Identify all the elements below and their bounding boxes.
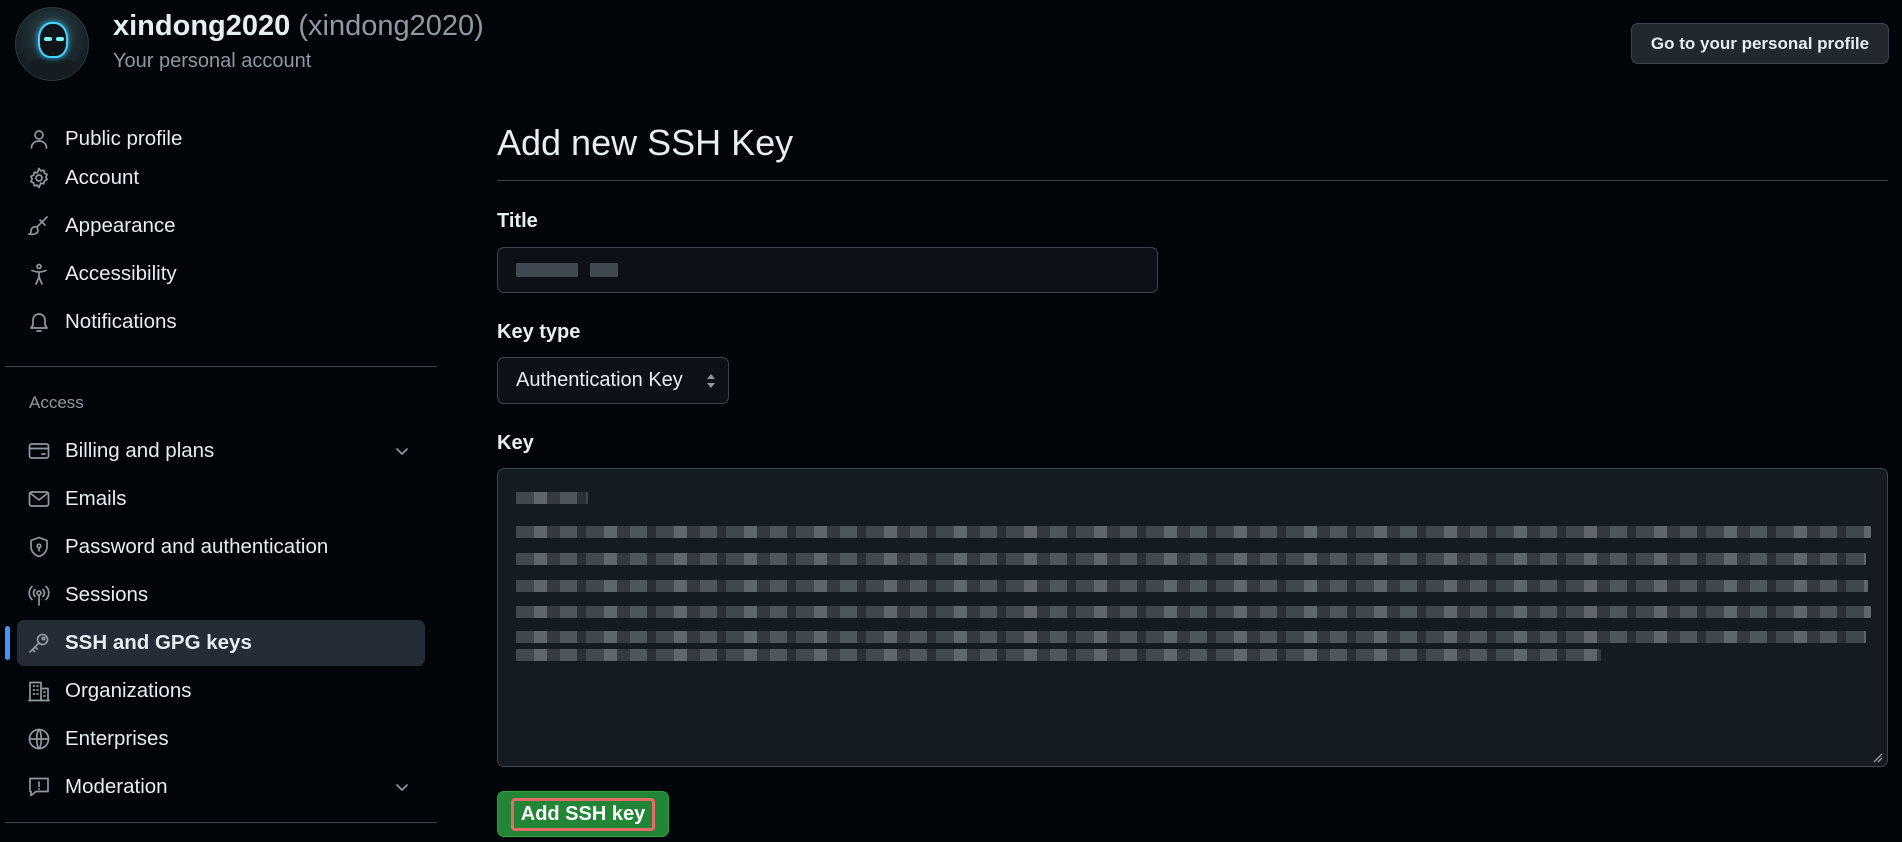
sidebar-item-sessions[interactable]: Sessions	[17, 572, 425, 618]
key-type-value: Authentication Key	[516, 369, 683, 391]
page-title: Add new SSH Key	[497, 122, 794, 163]
key-type-select[interactable]: Authentication Key	[497, 357, 729, 404]
sidebar-item-label: Notifications	[65, 310, 177, 333]
sidebar-divider	[5, 822, 437, 823]
sidebar-item-notifications[interactable]: Notifications	[17, 299, 425, 345]
sidebar-item-label: Emails	[65, 487, 127, 510]
sidebar-item-moderation[interactable]: Moderation	[17, 764, 425, 810]
sidebar-item-appearance[interactable]: Appearance	[17, 203, 425, 249]
sidebar-item-account[interactable]: Account	[17, 155, 425, 201]
sidebar-item-label: Password and authentication	[65, 535, 329, 558]
sidebar-item-label: Moderation	[65, 775, 168, 798]
resize-handle-icon[interactable]	[1871, 750, 1883, 763]
sidebar-item-label: Appearance	[65, 214, 176, 237]
account-subtitle: Your personal account	[113, 50, 312, 72]
sidebar-item-enterprises[interactable]: Enterprises	[17, 716, 425, 762]
sidebar-item-label: Billing and plans	[65, 439, 215, 462]
sidebar-item-label: Sessions	[65, 583, 149, 606]
gear-icon	[27, 166, 51, 190]
key-textarea[interactable]	[497, 468, 1888, 767]
sidebar-item-label: Organizations	[65, 679, 192, 702]
sidebar-item-label: Accessibility	[65, 262, 177, 285]
mail-icon	[27, 487, 51, 511]
sidebar-item-password[interactable]: Password and authentication	[17, 524, 425, 570]
person-icon	[27, 127, 51, 151]
sidebar-item-organizations[interactable]: Organizations	[17, 668, 425, 714]
title-input[interactable]	[497, 247, 1158, 293]
globe-icon	[27, 727, 51, 751]
sidebar-item-billing[interactable]: Billing and plans	[17, 428, 425, 474]
key-icon	[27, 631, 51, 655]
add-ssh-key-button[interactable]: Add SSH key	[497, 791, 669, 837]
sidebar-item-label: SSH and GPG keys	[65, 631, 252, 654]
report-icon	[27, 775, 51, 799]
title-label: Title	[497, 210, 538, 232]
account-handle: (xindong2020)	[298, 10, 484, 42]
sidebar-divider	[5, 366, 437, 367]
sidebar-item-ssh-gpg-keys[interactable]: SSH and GPG keys	[17, 620, 425, 666]
chevron-down-icon[interactable]	[392, 441, 412, 461]
username[interactable]: xindong2020	[113, 10, 290, 42]
add-ssh-key-label: Add SSH key	[510, 797, 656, 831]
accessibility-icon	[27, 262, 51, 286]
sidebar-item-emails[interactable]: Emails	[17, 476, 425, 522]
key-label: Key	[497, 432, 534, 454]
go-to-profile-button[interactable]: Go to your personal profile	[1631, 23, 1889, 64]
chevron-down-icon[interactable]	[392, 777, 412, 797]
sidebar-item-label: Enterprises	[65, 727, 169, 750]
account-name: xindong2020 (xindong2020)	[113, 10, 484, 43]
select-arrows-icon	[706, 372, 716, 390]
sidebar-item-label: Account	[65, 166, 140, 189]
sidebar-section-access: Access	[29, 393, 84, 412]
key-type-label: Key type	[497, 321, 581, 343]
credit-card-icon	[27, 439, 51, 463]
account-header: xindong2020 (xindong2020) Your personal …	[0, 0, 1902, 95]
title-divider	[497, 180, 1888, 181]
paintbrush-icon	[27, 214, 51, 238]
avatar[interactable]	[15, 7, 89, 81]
bell-icon	[27, 310, 51, 334]
broadcast-icon	[27, 583, 51, 607]
sidebar-item-accessibility[interactable]: Accessibility	[17, 251, 425, 297]
shield-lock-icon	[27, 535, 51, 559]
organization-icon	[27, 679, 51, 703]
active-indicator	[5, 626, 10, 660]
sidebar-item-label: Public profile	[65, 127, 183, 150]
